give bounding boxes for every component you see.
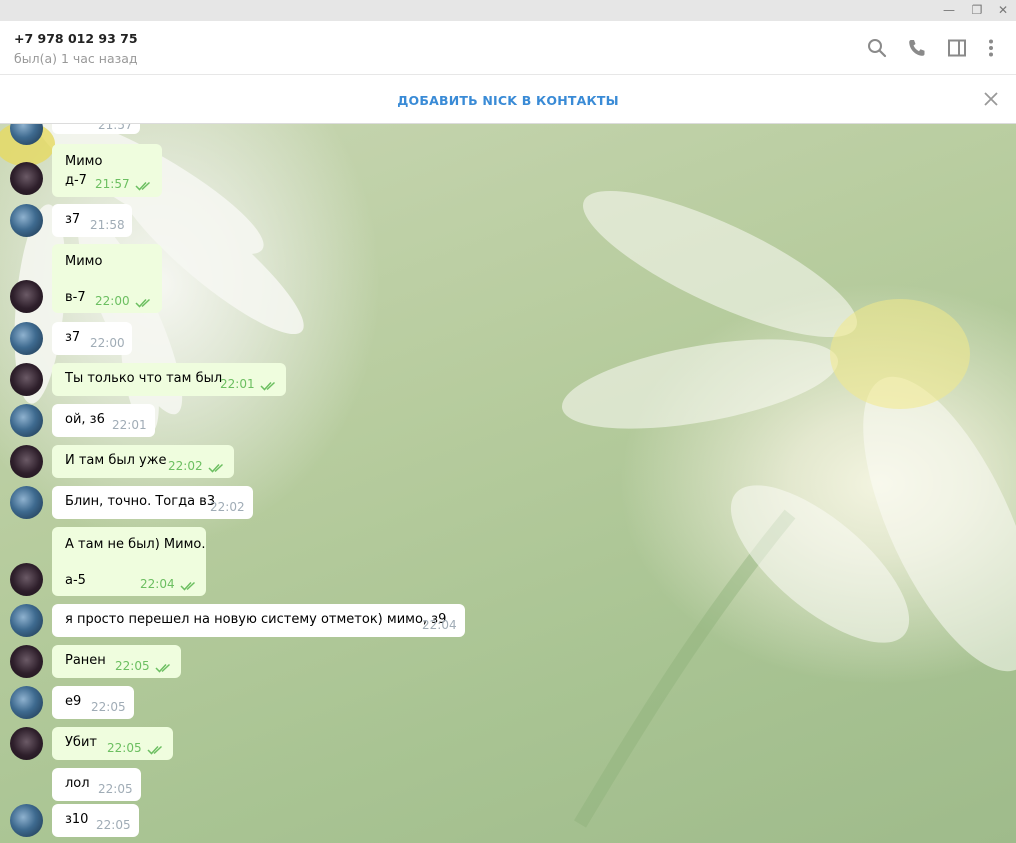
more-vertical-icon[interactable] (980, 37, 1002, 59)
phone-icon[interactable] (906, 37, 928, 59)
message-time: 22:05 (96, 818, 131, 832)
message-time: 22:01 (112, 418, 147, 432)
close-window-button[interactable]: ✕ (992, 2, 1014, 19)
message-time: 22:02 (168, 459, 203, 473)
message-time: 22:00 (90, 336, 125, 350)
message-time: 22:01 (220, 377, 255, 391)
message-time: 22:05 (107, 741, 142, 755)
message-time: 22:04 (422, 618, 457, 632)
message-time: 22:02 (210, 500, 245, 514)
peer-avatar[interactable] (10, 204, 43, 237)
message-text: ой, з6 (65, 412, 105, 427)
message-text: Блин, точно. Тогда в3 (65, 494, 216, 509)
outgoing-message[interactable]: И там был уже 22:02 (52, 445, 234, 478)
incoming-message[interactable]: з7 21:58 (52, 204, 132, 237)
message-text: д-7 (65, 173, 87, 188)
minimize-button[interactable]: — (938, 2, 960, 19)
incoming-message[interactable]: ой, з6 22:01 (52, 404, 155, 437)
message-history[interactable]: з621:57Мимод-721:57з721:58Мимов-722:00з7… (0, 124, 1016, 843)
message-time: 21:57 (95, 177, 130, 191)
incoming-message[interactable]: з10 22:05 (52, 804, 139, 837)
message-time: 21:57 (98, 124, 133, 132)
peer-status: был(а) 1 час назад (14, 51, 138, 66)
message-time: 22:05 (115, 659, 150, 673)
message-text: з7 (65, 330, 81, 345)
own-avatar[interactable] (10, 645, 43, 678)
message-text: А там не был) Мимо. (65, 537, 206, 552)
outgoing-message[interactable]: Мимо в-7 22:00 (52, 244, 162, 313)
incoming-message[interactable]: е9 22:05 (52, 686, 134, 719)
own-avatar[interactable] (10, 445, 43, 478)
peer-avatar[interactable] (10, 804, 43, 837)
chat-header: +7 978 012 93 75 был(а) 1 час назад (0, 21, 1016, 75)
incoming-message[interactable]: з7 22:00 (52, 322, 132, 355)
message-text: з6 (65, 124, 80, 126)
read-receipt-icon (180, 580, 198, 591)
outgoing-message[interactable]: Ты только что там был 22:01 (52, 363, 286, 396)
incoming-message[interactable]: Блин, точно. Тогда в3 22:02 (52, 486, 253, 519)
add-contact-bar: ДОБАВИТЬ NICK В КОНТАКТЫ (0, 76, 1016, 124)
message-text: я просто перешел на новую систему отмето… (65, 612, 447, 627)
peer-avatar[interactable] (10, 686, 43, 719)
message-text: в-7 (65, 290, 86, 305)
add-to-contacts-link[interactable]: ДОБАВИТЬ NICK В КОНТАКТЫ (0, 93, 1016, 108)
read-receipt-icon (147, 744, 165, 755)
own-avatar[interactable] (10, 280, 43, 313)
read-receipt-icon (208, 462, 226, 473)
message-text: з10 (65, 812, 89, 827)
message-text: а-5 (65, 573, 86, 588)
peer-name[interactable]: +7 978 012 93 75 (14, 31, 138, 46)
own-avatar[interactable] (10, 162, 43, 195)
outgoing-message[interactable]: А там не был) Мимо. а-5 22:04 (52, 527, 206, 596)
own-avatar[interactable] (10, 727, 43, 760)
sidebar-toggle-icon[interactable] (946, 37, 968, 59)
message-time: 22:04 (140, 577, 175, 591)
read-receipt-icon (135, 180, 153, 191)
message-time: 22:05 (91, 700, 126, 714)
message-text: е9 (65, 694, 82, 709)
read-receipt-icon (135, 297, 153, 308)
close-icon[interactable] (982, 90, 1000, 108)
message-text: Убит (65, 735, 97, 750)
outgoing-message[interactable]: Убит 22:05 (52, 727, 173, 760)
message-text: Мимо (65, 154, 103, 169)
peer-avatar[interactable] (10, 404, 43, 437)
read-receipt-icon (155, 662, 173, 673)
search-icon[interactable] (866, 37, 888, 59)
incoming-message[interactable]: я просто перешел на новую систему отмето… (52, 604, 465, 637)
message-text: И там был уже (65, 453, 167, 468)
message-text: Ранен (65, 653, 106, 668)
message-time: 22:05 (98, 782, 133, 796)
incoming-message[interactable]: з6 21:57 (52, 124, 140, 134)
message-text: з7 (65, 212, 81, 227)
window-titlebar: — ❐ ✕ (0, 0, 1016, 21)
own-avatar[interactable] (10, 363, 43, 396)
message-time: 22:00 (95, 294, 130, 308)
own-avatar[interactable] (10, 563, 43, 596)
message-time: 21:58 (90, 218, 125, 232)
read-receipt-icon (260, 380, 278, 391)
message-text: лол (65, 776, 90, 791)
message-text: Мимо (65, 254, 103, 269)
incoming-message[interactable]: лол 22:05 (52, 768, 141, 801)
peer-avatar[interactable] (10, 604, 43, 637)
outgoing-message[interactable]: Мимо д-7 21:57 (52, 144, 162, 197)
restore-button[interactable]: ❐ (966, 2, 988, 19)
peer-avatar[interactable] (10, 124, 43, 145)
message-text: Ты только что там был (65, 371, 223, 386)
peer-avatar[interactable] (10, 486, 43, 519)
outgoing-message[interactable]: Ранен 22:05 (52, 645, 181, 678)
peer-avatar[interactable] (10, 322, 43, 355)
